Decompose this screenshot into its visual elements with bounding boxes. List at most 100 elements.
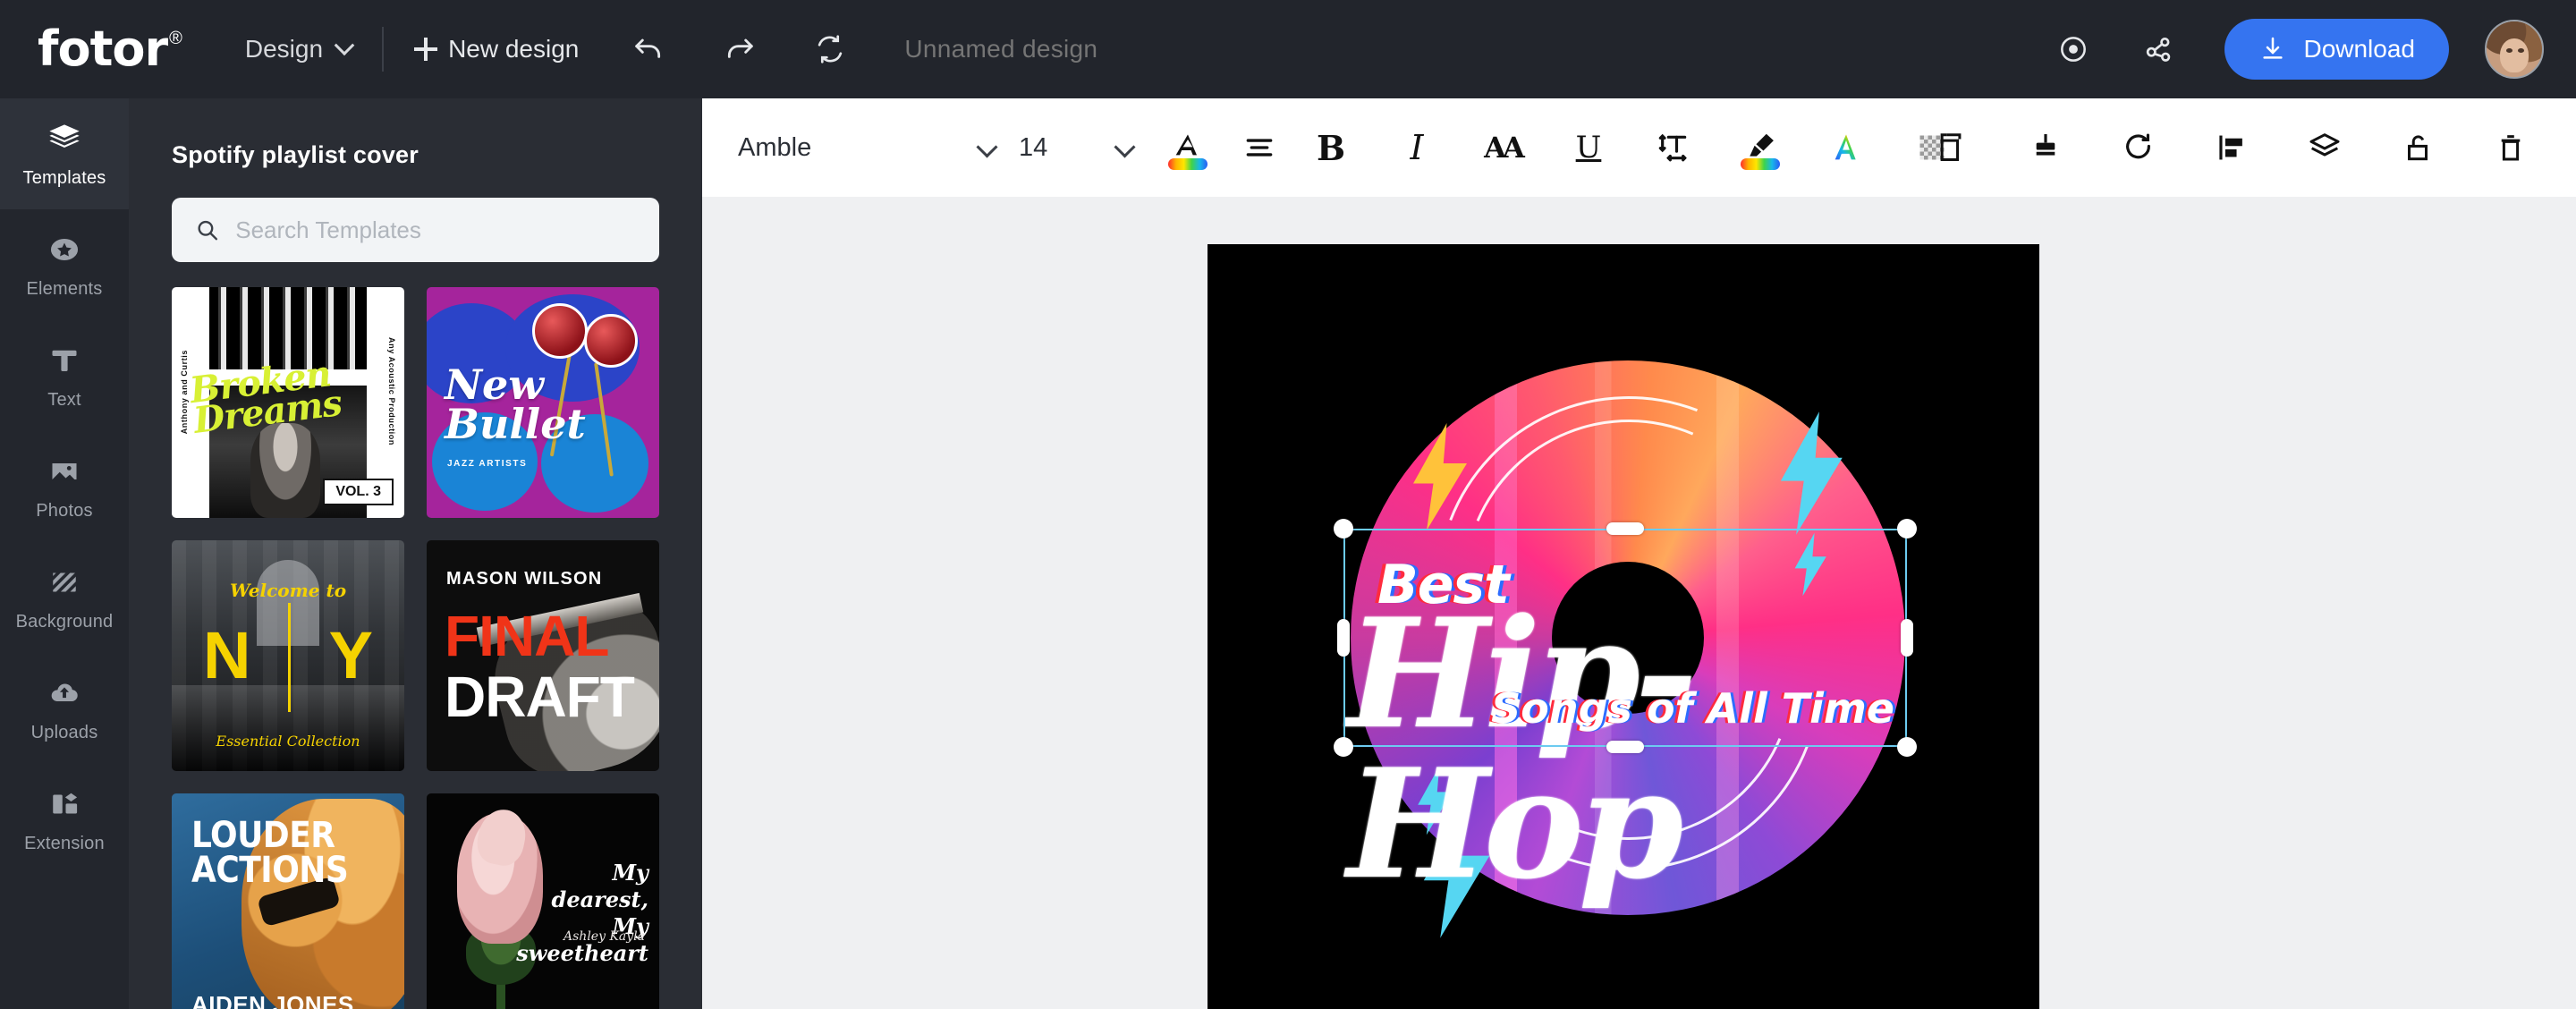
duplicate-icon bbox=[1940, 133, 1962, 161]
font-color-button[interactable] bbox=[1155, 114, 1221, 181]
template-card[interactable]: My dearest, My sweetheart Ashley Kayla bbox=[427, 793, 659, 1009]
document-title-input[interactable] bbox=[904, 35, 1281, 64]
sidebar-item-label: Photos bbox=[36, 500, 93, 521]
sidebar-item-photos[interactable]: Photos bbox=[0, 431, 129, 542]
resize-handle-bottom-left[interactable] bbox=[1334, 737, 1353, 757]
object-actions bbox=[1893, 98, 2544, 197]
text-effects-button[interactable] bbox=[1813, 114, 1879, 181]
sidebar-item-background[interactable]: Background bbox=[0, 542, 129, 653]
resize-handle-bottom-right[interactable] bbox=[1897, 737, 1917, 757]
templates-panel: Spotify playlist cover Anthony and Curti… bbox=[129, 98, 702, 1009]
sidebar-item-label: Extension bbox=[24, 833, 105, 853]
design-canvas[interactable]: Best Hip-Hop Songs of All Time bbox=[1208, 244, 2039, 1009]
highlight-button[interactable] bbox=[1727, 114, 1793, 181]
italic-label: I bbox=[1410, 128, 1424, 167]
sync-button[interactable] bbox=[813, 32, 847, 66]
template-left-text: Anthony and Curtis bbox=[180, 350, 189, 435]
resize-handle-left[interactable] bbox=[1337, 619, 1350, 657]
lightning-bolt-cyan-1[interactable] bbox=[1769, 411, 1846, 536]
font-family-select[interactable]: Amble bbox=[738, 133, 997, 163]
template-card[interactable]: LOUDER ACTIONS AIDEN JONES bbox=[172, 793, 404, 1009]
underline-button[interactable]: U bbox=[1555, 114, 1622, 181]
template-title: N Y bbox=[202, 618, 404, 692]
download-icon bbox=[2263, 37, 2284, 59]
selection-frame[interactable]: Best Hip-Hop Songs of All Time bbox=[1334, 519, 1917, 899]
template-artist: Ashley Kayla bbox=[564, 929, 645, 944]
resize-handle-bottom[interactable] bbox=[1606, 741, 1644, 753]
rotate-icon bbox=[2126, 133, 2150, 159]
photo-icon bbox=[44, 453, 85, 490]
app-logo[interactable]: fotor ® bbox=[38, 25, 182, 73]
template-artist: AIDEN JONES bbox=[191, 991, 354, 1009]
top-bar-actions: Download bbox=[2056, 0, 2544, 98]
chevron-down-icon bbox=[978, 138, 997, 157]
design-menu-label: Design bbox=[244, 35, 324, 63]
trash-icon bbox=[2501, 135, 2521, 161]
unlock-icon bbox=[2407, 135, 2428, 161]
layers-icon bbox=[2309, 133, 2340, 157]
align-objects-button[interactable] bbox=[2199, 114, 2265, 181]
preview-button[interactable] bbox=[2056, 32, 2090, 66]
template-subtitle: Essential Collection bbox=[216, 733, 360, 750]
text-case-button[interactable]: AA bbox=[1470, 114, 1536, 181]
lightning-bolt-yellow[interactable] bbox=[1406, 423, 1474, 530]
stripes-icon bbox=[44, 564, 85, 601]
template-title-line1: FINAL bbox=[445, 604, 609, 668]
layers-icon bbox=[44, 120, 85, 157]
top-bar: fotor ® Design New design Unnamed design… bbox=[0, 0, 2576, 98]
cherry-graphic bbox=[532, 303, 588, 359]
design-menu-button[interactable]: Design bbox=[244, 35, 355, 64]
rotate-button[interactable] bbox=[2106, 114, 2172, 181]
layers-button[interactable] bbox=[2292, 114, 2358, 181]
selection-box bbox=[1343, 529, 1907, 747]
search-templates-box[interactable] bbox=[172, 198, 659, 262]
template-card[interactable]: Anthony and Curtis Any Acoustic Producti… bbox=[172, 287, 404, 518]
new-design-button[interactable]: New design bbox=[414, 35, 579, 64]
sidebar-item-label: Uploads bbox=[30, 722, 98, 742]
lock-button[interactable] bbox=[2385, 114, 2451, 181]
italic-button[interactable]: I bbox=[1384, 114, 1450, 181]
template-title-line1: My dearest, bbox=[551, 860, 648, 912]
resize-handle-top-left[interactable] bbox=[1334, 519, 1353, 538]
template-right-text: Any Acoustic Production bbox=[387, 337, 396, 445]
template-card[interactable]: MASON WILSON FINAL DRAFT bbox=[427, 540, 659, 771]
bold-label: B bbox=[1316, 127, 1346, 168]
sidebar-item-elements[interactable]: Elements bbox=[0, 209, 129, 320]
resize-handle-right[interactable] bbox=[1901, 619, 1913, 657]
editor-stage[interactable]: Best Hip-Hop Songs of All Time bbox=[702, 197, 2576, 1009]
align-button[interactable] bbox=[1226, 114, 1292, 181]
sidebar-item-label: Elements bbox=[26, 278, 103, 299]
resize-handle-top-right[interactable] bbox=[1897, 519, 1917, 538]
chevron-down-icon bbox=[1115, 138, 1135, 157]
align-objects-icon bbox=[2219, 135, 2242, 160]
font-size-select[interactable]: 14 bbox=[1019, 133, 1135, 163]
avatar[interactable] bbox=[2485, 20, 2544, 79]
duplicate-button[interactable] bbox=[1919, 114, 1986, 181]
template-badge: VOL. 3 bbox=[323, 479, 394, 505]
download-label: Download bbox=[2303, 35, 2415, 63]
undo-button[interactable] bbox=[631, 31, 666, 67]
sidebar-item-label: Templates bbox=[22, 167, 106, 188]
share-button[interactable] bbox=[2142, 32, 2176, 66]
template-title-line1: LOUDER bbox=[191, 815, 335, 856]
sidebar-item-uploads[interactable]: Uploads bbox=[0, 653, 129, 764]
sidebar-item-text[interactable]: Text bbox=[0, 320, 129, 431]
template-card[interactable]: New Bullet JAZZ ARTISTS bbox=[427, 287, 659, 518]
search-input[interactable] bbox=[235, 216, 636, 244]
format-painter-button[interactable] bbox=[2012, 114, 2079, 181]
sidebar-item-extension[interactable]: Extension bbox=[0, 764, 129, 875]
resize-handle-top[interactable] bbox=[1606, 522, 1644, 535]
cherry-graphic bbox=[584, 314, 638, 368]
bold-button[interactable]: B bbox=[1298, 114, 1364, 181]
template-card[interactable]: Welcome to N Y Essential Collection bbox=[172, 540, 404, 771]
text-toolbar: Amble 14 B I AA U bbox=[702, 98, 2576, 197]
redo-button[interactable] bbox=[722, 31, 758, 67]
download-button[interactable]: Download bbox=[2224, 19, 2449, 80]
letter-spacing-icon bbox=[1658, 133, 1687, 162]
sidebar-item-templates[interactable]: Templates bbox=[0, 98, 129, 209]
plus-icon bbox=[414, 38, 438, 61]
spacing-button[interactable] bbox=[1641, 114, 1707, 181]
sidebar-item-label: Background bbox=[15, 611, 114, 632]
search-icon bbox=[198, 220, 218, 241]
delete-button[interactable] bbox=[2478, 114, 2544, 181]
